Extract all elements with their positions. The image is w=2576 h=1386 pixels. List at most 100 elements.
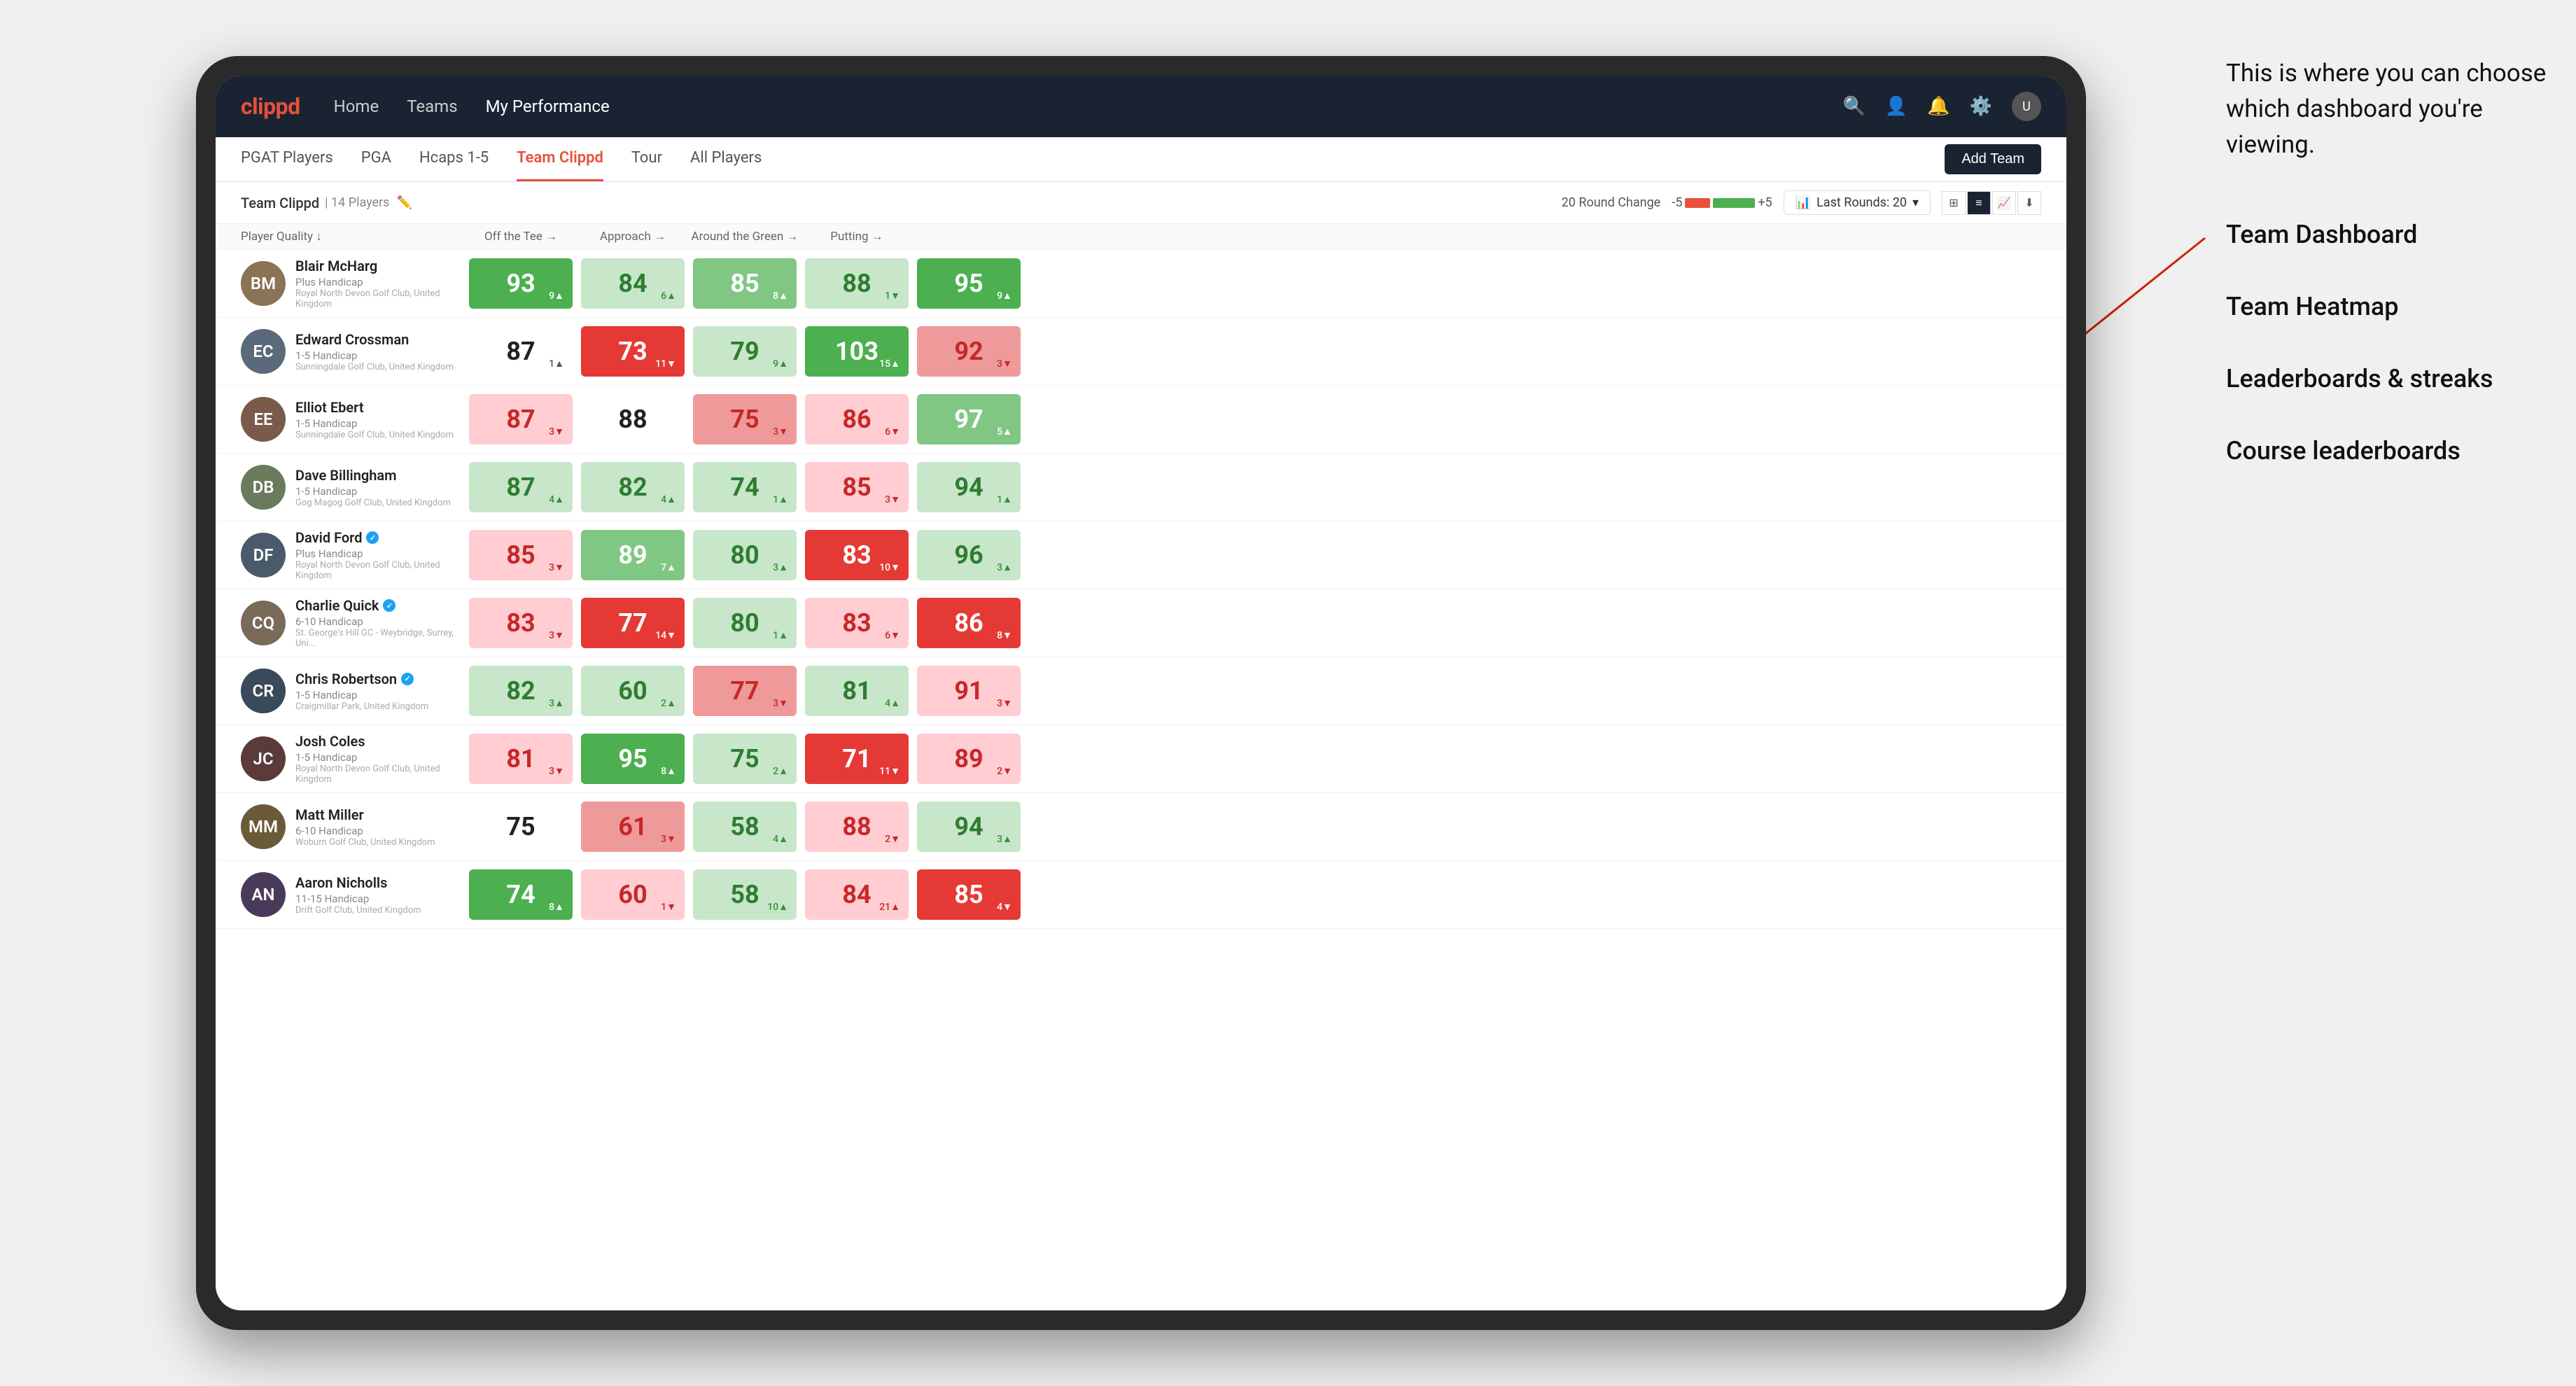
search-icon[interactable]: 🔍 — [1843, 96, 1865, 117]
table-row[interactable]: CR Chris Robertson ✓ 1-5 Handicap Craigm… — [216, 657, 2066, 725]
score-cell: 81 4▲ — [801, 662, 913, 720]
score-change: 6▲ — [661, 290, 676, 302]
score-change: 8▼ — [997, 629, 1012, 641]
score-value: 94 — [954, 812, 983, 841]
nav-link-home[interactable]: Home — [334, 97, 379, 116]
player-club: Woburn Golf Club, United Kingdom — [295, 837, 435, 848]
score-value: 82 — [506, 676, 535, 706]
score-change: 3▼ — [549, 765, 564, 777]
score-cell: 80 1▲ — [689, 594, 801, 652]
score-box: 77 14▼ — [581, 598, 685, 648]
score-change: 4▲ — [773, 833, 788, 845]
score-change: 1▲ — [773, 629, 788, 641]
player-info: JC Josh Coles 1-5 Handicap Royal North D… — [241, 733, 465, 785]
score-change: 1▲ — [549, 358, 564, 370]
avatar-initials: AN — [241, 872, 286, 917]
player-details: Edward Crossman 1-5 Handicap Sunningdale… — [295, 331, 454, 372]
score-change: 3▼ — [549, 561, 564, 573]
col-header-putting: Putting → — [801, 230, 913, 244]
score-box: 89 7▲ — [581, 530, 685, 580]
edit-icon[interactable]: ✏️ — [396, 195, 412, 210]
player-details: Chris Robertson ✓ 1-5 Handicap Craigmill… — [295, 671, 428, 712]
add-team-button[interactable]: Add Team — [1945, 144, 2041, 174]
tablet-screen: clippd Home Teams My Performance 🔍 👤 🔔 ⚙… — [216, 76, 2066, 1310]
player-club: Royal North Devon Golf Club, United King… — [295, 764, 465, 785]
score-value: 71 — [842, 744, 871, 774]
table-row[interactable]: DF David Ford ✓ Plus Handicap Royal Nort… — [216, 522, 2066, 589]
callout-text: This is where you can choose which dashb… — [2226, 56, 2548, 162]
view-chart-icon[interactable]: 📈 — [1992, 191, 2016, 215]
bell-icon[interactable]: 🔔 — [1927, 96, 1949, 117]
table-row[interactable]: EE Elliot Ebert 1-5 Handicap Sunningdale… — [216, 386, 2066, 454]
column-headers: Player Quality ↓ Off the Tee → Approach … — [216, 224, 2066, 250]
col-header-player: Player Quality ↓ — [241, 230, 465, 244]
score-value: 87 — [506, 337, 535, 366]
score-value: 86 — [954, 608, 983, 638]
player-info: AN Aaron Nicholls 11-15 Handicap Drift G… — [241, 872, 465, 917]
score-value: 81 — [506, 744, 535, 774]
score-cell: 103 15▲ — [801, 322, 913, 381]
avatar-initials: EE — [241, 397, 286, 442]
score-change: 4▲ — [661, 493, 676, 505]
score-box: 75 — [469, 802, 573, 852]
chevron-down-icon: ▾ — [1912, 195, 1919, 210]
score-box: 87 4▲ — [469, 462, 573, 512]
score-value: 74 — [506, 880, 535, 909]
table-row[interactable]: MM Matt Miller 6-10 Handicap Woburn Golf… — [216, 793, 2066, 861]
view-list-icon[interactable]: ≡ — [1967, 191, 1991, 215]
score-cell: 95 8▲ — [577, 729, 689, 788]
table-row[interactable]: JC Josh Coles 1-5 Handicap Royal North D… — [216, 725, 2066, 793]
tab-pgat-players[interactable]: PGAT Players — [241, 137, 333, 181]
score-box: 87 3▼ — [469, 394, 573, 444]
score-change: 3▲ — [997, 833, 1012, 845]
last-rounds-selector[interactable]: 📊 Last Rounds: 20 ▾ — [1784, 190, 1931, 215]
player-name: Dave Billingham — [295, 467, 451, 484]
tab-hcaps[interactable]: Hcaps 1-5 — [419, 137, 489, 181]
score-cell: 85 3▼ — [465, 526, 577, 584]
player-details: Blair McHarg Plus Handicap Royal North D… — [295, 258, 465, 309]
player-avatar: MM — [241, 804, 286, 849]
score-value: 77 — [730, 676, 759, 706]
dashboard-option-3[interactable]: Course leaderboards — [2226, 435, 2548, 468]
tab-team-clippd[interactable]: Team Clippd — [517, 137, 603, 181]
nav-link-myperformance[interactable]: My Performance — [486, 97, 610, 116]
score-box: 81 3▼ — [469, 734, 573, 784]
player-avatar: DF — [241, 533, 286, 578]
user-icon[interactable]: 👤 — [1885, 96, 1907, 117]
view-grid-icon[interactable]: ⊞ — [1942, 191, 1966, 215]
table-row[interactable]: BM Blair McHarg Plus Handicap Royal Nort… — [216, 250, 2066, 318]
score-cell: 82 4▲ — [577, 458, 689, 517]
score-value: 94 — [954, 472, 983, 502]
score-change: 3▼ — [773, 426, 788, 438]
nav-link-teams[interactable]: Teams — [407, 97, 457, 116]
score-value: 88 — [842, 269, 871, 298]
score-change: 4▲ — [549, 493, 564, 505]
dashboard-option-0[interactable]: Team Dashboard — [2226, 218, 2548, 251]
dashboard-option-2[interactable]: Leaderboards & streaks — [2226, 363, 2548, 396]
table-row[interactable]: EC Edward Crossman 1-5 Handicap Sunningd… — [216, 318, 2066, 386]
score-change: 11▼ — [655, 358, 676, 370]
score-change: 3▼ — [661, 833, 676, 845]
table-row[interactable]: CQ Charlie Quick ✓ 6-10 Handicap St. Geo… — [216, 589, 2066, 657]
table-row[interactable]: AN Aaron Nicholls 11-15 Handicap Drift G… — [216, 861, 2066, 929]
table-row[interactable]: DB Dave Billingham 1-5 Handicap Gog Mago… — [216, 454, 2066, 522]
score-change: 1▼ — [661, 901, 676, 913]
score-value: 84 — [842, 880, 871, 909]
score-value: 84 — [618, 269, 647, 298]
score-cell: 84 21▲ — [801, 865, 913, 924]
tab-pga[interactable]: PGA — [361, 137, 391, 181]
avatar[interactable]: U — [2012, 92, 2041, 121]
player-name: Elliot Ebert — [295, 399, 454, 416]
score-value: 88 — [842, 812, 871, 841]
score-box: 61 3▼ — [581, 802, 685, 852]
player-details: Josh Coles 1-5 Handicap Royal North Devo… — [295, 733, 465, 785]
tab-all-players[interactable]: All Players — [690, 137, 762, 181]
navbar: clippd Home Teams My Performance 🔍 👤 🔔 ⚙… — [216, 76, 2066, 137]
settings-icon[interactable]: ⚙️ — [1970, 96, 1992, 117]
tab-tour[interactable]: Tour — [631, 137, 662, 181]
dashboard-option-1[interactable]: Team Heatmap — [2226, 290, 2548, 323]
view-download-icon[interactable]: ⬇ — [2017, 191, 2041, 215]
score-cell: 82 3▲ — [465, 662, 577, 720]
score-cell: 85 3▼ — [801, 458, 913, 517]
player-handicap: Plus Handicap — [295, 276, 465, 288]
